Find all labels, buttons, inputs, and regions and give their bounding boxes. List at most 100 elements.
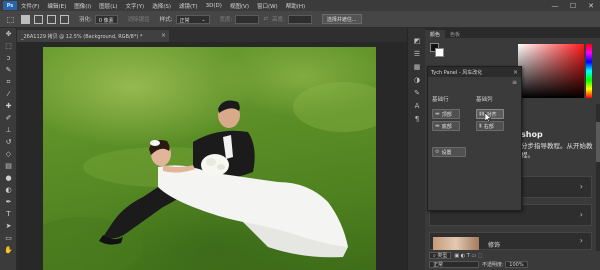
menu-view[interactable]: 视图(V) bbox=[230, 2, 249, 10]
shape-tool-icon[interactable]: ▭ bbox=[0, 232, 17, 244]
pen-tool-icon[interactable]: ✒ bbox=[0, 196, 17, 208]
filter-smart-icon[interactable]: ⬚ bbox=[478, 253, 483, 259]
kind-label: 类型 bbox=[437, 253, 448, 259]
close-icon[interactable]: × bbox=[513, 69, 518, 76]
menu-layer[interactable]: 图层(L) bbox=[99, 2, 117, 10]
color-picker-field[interactable] bbox=[518, 44, 584, 98]
dodge-tool-icon[interactable]: ◐ bbox=[0, 184, 17, 196]
learn-scroll-thumb[interactable] bbox=[596, 122, 600, 162]
tych-settings-button[interactable]: ⚙ 设置 bbox=[432, 147, 466, 157]
tych-rows-label: 基础行 bbox=[432, 97, 449, 103]
healing-brush-tool-icon[interactable]: ✚ bbox=[0, 100, 17, 112]
tych-bottom-button[interactable]: ▬ 底部 bbox=[432, 121, 460, 131]
select-and-mask-button[interactable]: 选择并遮住... bbox=[321, 14, 362, 24]
brush-tool-icon[interactable]: ✐ bbox=[0, 112, 17, 124]
style-label: 样式: bbox=[159, 17, 173, 23]
collapsed-panels-strip: ◩ ☰ ▦ ◑ ✎ A ¶ bbox=[407, 28, 425, 270]
filter-image-icon[interactable]: ▣ bbox=[454, 253, 459, 259]
align-columns-icon: ▮▮ bbox=[479, 111, 485, 117]
antialias-checkbox[interactable]: 消除锯齿 bbox=[128, 15, 150, 23]
feather-label: 羽化: bbox=[79, 17, 92, 23]
panel-menu-icon[interactable]: ≡ bbox=[512, 79, 517, 86]
hand-tool-icon[interactable]: ✋ bbox=[0, 244, 17, 256]
close-button[interactable]: ✕ bbox=[584, 0, 598, 11]
mouse-cursor-icon bbox=[485, 113, 491, 122]
learn-card-retouch[interactable]: 修饰 › bbox=[429, 232, 592, 250]
style-value: 正常 bbox=[179, 17, 190, 24]
menu-image[interactable]: 图像(I) bbox=[74, 2, 91, 10]
libraries-panel-icon[interactable]: ▦ bbox=[408, 60, 426, 73]
menu-edit[interactable]: 编辑(E) bbox=[47, 2, 66, 10]
tych-panel-header[interactable]: Tych Panel - 风车改化 × bbox=[428, 67, 521, 77]
move-tool-icon[interactable]: ✥ bbox=[0, 28, 17, 40]
swap-icon[interactable]: ⇄ bbox=[263, 16, 268, 22]
hue-slider[interactable] bbox=[586, 44, 592, 98]
brush-settings-icon[interactable]: ✎ bbox=[408, 86, 426, 99]
gear-icon: ⚙ bbox=[435, 149, 440, 155]
tych-settings-label: 设置 bbox=[441, 149, 452, 156]
lasso-tool-icon[interactable]: ↄ bbox=[0, 52, 17, 64]
chevron-right-icon: › bbox=[579, 236, 583, 245]
clone-stamp-tool-icon[interactable]: ⊥ bbox=[0, 124, 17, 136]
menu-select[interactable]: 选择(S) bbox=[152, 2, 171, 10]
tych-right-label: 右部 bbox=[483, 123, 494, 130]
intersect-selection-icon[interactable] bbox=[60, 14, 69, 24]
document-tab-title: _26A1129 拷贝 @ 12.5% (Background, RGB/8*)… bbox=[21, 34, 143, 40]
filter-adjust-icon[interactable]: ◐ bbox=[461, 253, 465, 259]
document-tab[interactable]: _26A1129 拷贝 @ 12.5% (Background, RGB/8*)… bbox=[17, 30, 169, 42]
options-bar: ⬚ 羽化: 0 像素 消除锯齿 样式: 正常 ⌄ 宽度: ⇄ 高度: 选择并遮住.… bbox=[0, 11, 600, 28]
quick-select-tool-icon[interactable]: ✎ bbox=[0, 64, 17, 76]
menu-help[interactable]: 帮助(H) bbox=[286, 2, 305, 10]
tab-swatches[interactable]: 色板 bbox=[445, 30, 465, 38]
height-input[interactable] bbox=[287, 14, 312, 24]
background-color-swatch[interactable] bbox=[435, 48, 444, 57]
width-label: 宽度: bbox=[219, 17, 233, 23]
marquee-tool-preset-icon[interactable]: ⬚ bbox=[4, 14, 17, 25]
history-panel-icon[interactable]: ◩ bbox=[408, 34, 426, 47]
tych-right-button[interactable]: ▮ 右部 bbox=[476, 121, 504, 131]
subtract-selection-icon[interactable] bbox=[47, 14, 56, 24]
maximize-button[interactable]: ☐ bbox=[566, 0, 580, 11]
chevron-down-icon: ⌄ bbox=[201, 16, 206, 23]
opacity-label: 不透明度: bbox=[482, 262, 504, 268]
width-input[interactable] bbox=[235, 14, 260, 24]
chevron-right-icon: › bbox=[579, 210, 583, 219]
marquee-tool-icon[interactable]: ⬚ bbox=[0, 40, 17, 52]
filter-type-icon[interactable]: T bbox=[467, 253, 470, 259]
tab-color[interactable]: 颜色 bbox=[425, 30, 446, 38]
layers-panel: ⌕ 类型 ▣ ◐ T ▭ ⬚ 正常 不透明度: 100% bbox=[425, 251, 600, 270]
menu-filter[interactable]: 滤镜(T) bbox=[179, 2, 198, 10]
wedding-photo[interactable] bbox=[43, 47, 376, 270]
properties-panel-icon[interactable]: ☰ bbox=[408, 47, 426, 60]
style-select[interactable]: 正常 ⌄ bbox=[175, 14, 210, 24]
feather-input[interactable]: 0 像素 bbox=[94, 14, 118, 24]
history-brush-tool-icon[interactable]: ↺ bbox=[0, 136, 17, 148]
gradient-tool-icon[interactable]: ▤ bbox=[0, 160, 17, 172]
close-tab-icon[interactable]: × bbox=[161, 32, 166, 39]
minimize-button[interactable]: — bbox=[548, 0, 562, 11]
type-tool-icon[interactable]: T bbox=[0, 208, 17, 220]
crop-tool-icon[interactable]: ⌗ bbox=[0, 76, 17, 88]
character-panel-icon[interactable]: A bbox=[408, 99, 426, 112]
menu-3d[interactable]: 3D(D) bbox=[206, 3, 222, 9]
path-select-tool-icon[interactable]: ➤ bbox=[0, 220, 17, 232]
align-right-icon: ▮ bbox=[479, 123, 482, 129]
adjustments-panel-icon[interactable]: ◑ bbox=[408, 73, 426, 86]
opacity-input[interactable]: 100% bbox=[505, 261, 528, 268]
add-selection-icon[interactable] bbox=[34, 14, 43, 24]
filter-shape-icon[interactable]: ▭ bbox=[471, 253, 476, 259]
tych-panel-title: Tych Panel - 风车改化 bbox=[431, 69, 483, 76]
menu-type[interactable]: 文字(Y) bbox=[126, 2, 145, 10]
eyedropper-tool-icon[interactable]: ⁄ bbox=[0, 88, 17, 100]
blur-tool-icon[interactable]: ● bbox=[0, 172, 17, 184]
menu-file[interactable]: 文件(F) bbox=[21, 2, 39, 10]
layer-kind-filter[interactable]: ⌕ 类型 bbox=[429, 252, 452, 259]
color-panel-tabs: 颜色 色板 bbox=[425, 28, 600, 38]
paragraph-panel-icon[interactable]: ¶ bbox=[408, 112, 426, 125]
menu-window[interactable]: 窗口(W) bbox=[257, 2, 278, 10]
tych-bottom-label: 底部 bbox=[441, 123, 452, 130]
eraser-tool-icon[interactable]: ◇ bbox=[0, 148, 17, 160]
blend-mode-select[interactable]: 正常 bbox=[429, 261, 479, 268]
new-selection-icon[interactable] bbox=[21, 14, 30, 24]
tych-top-button[interactable]: ▬ 顶部 bbox=[432, 109, 460, 119]
